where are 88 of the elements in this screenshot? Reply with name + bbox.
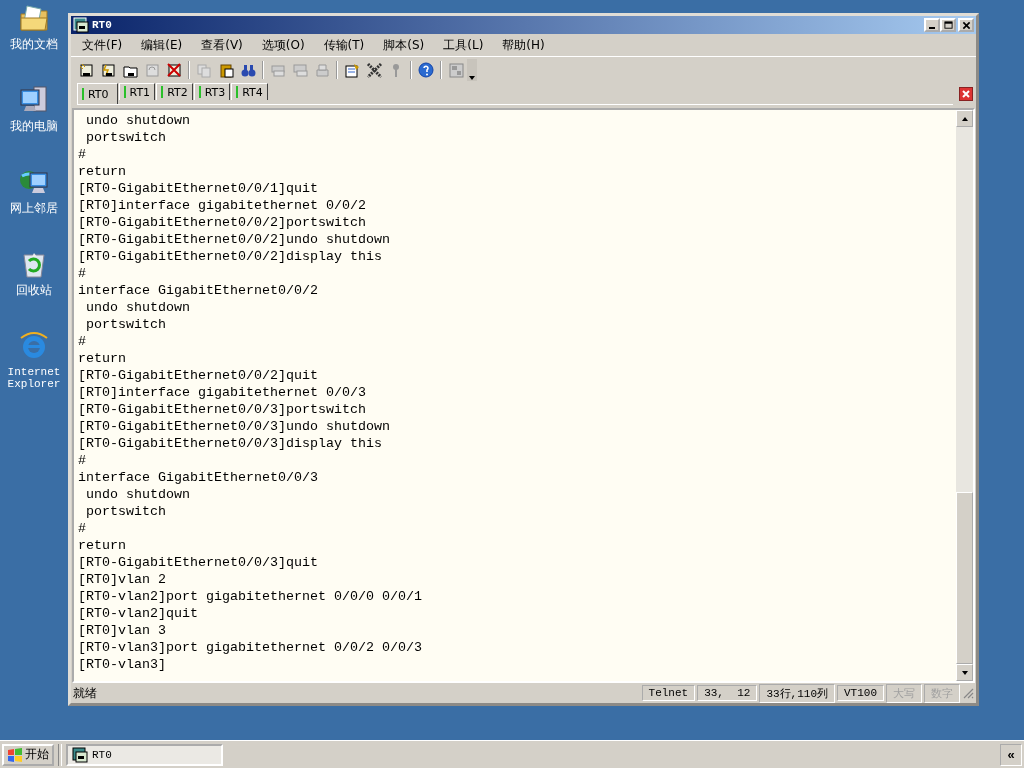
terminal-line: # (78, 265, 87, 282)
terminal-line: [RT0-GigabitEthernet0/0/2]undo shutdown (78, 231, 391, 248)
show-hidden-icons-button[interactable]: « (1000, 743, 1022, 766)
desktop-icon-label[interactable]: 回收站 (16, 284, 52, 296)
terminal-line: return (78, 163, 127, 180)
menu-item[interactable]: 工具(L) (436, 36, 491, 54)
terminal-line: [RT0-GigabitEthernet0/0/3]undo shutdown (78, 418, 391, 435)
session-tab[interactable]: RT4 (231, 83, 268, 100)
scroll-up-button[interactable] (956, 110, 973, 127)
terminal-line: portswitch (85, 316, 167, 333)
status-field: Telnet (641, 685, 696, 701)
status-field: VT100 (837, 685, 884, 701)
menu-item[interactable]: 文件(F) (75, 36, 130, 54)
session-tab[interactable]: RT1 (118, 83, 156, 100)
windows-flag-icon (7, 746, 23, 763)
menu-item[interactable]: 查看(V) (194, 36, 250, 54)
window-layout-icon (448, 62, 464, 78)
terminal-line: interface GigabitEthernet0/0/3 (78, 469, 319, 486)
terminal-line: return (78, 537, 127, 554)
desktop-icon-label[interactable]: Internet Explorer (3, 366, 65, 390)
terminal-line: undo shutdown (85, 299, 191, 316)
menu-item[interactable]: 帮助(H) (495, 36, 552, 54)
status-field: 33, 12 (697, 685, 758, 701)
terminal-line: # (78, 146, 87, 163)
down-arrow-icon (960, 668, 969, 677)
terminal-line: [RT0]interface gigabitethernet 0/0/2 (78, 197, 367, 214)
close-button[interactable] (958, 18, 974, 32)
close-icon (961, 20, 971, 30)
terminal-line: [RT0-vlan3]port gigabitethernet 0/0/2 0/0/3 (78, 639, 423, 656)
close-tab-icon[interactable] (959, 87, 973, 101)
terminal-line: [RT0-vlan3] (78, 656, 167, 673)
caret-icon (468, 73, 476, 81)
folder-icon[interactable] (18, 2, 50, 34)
minimize-icon (929, 27, 935, 29)
resize-grip-icon[interactable] (962, 687, 974, 699)
maximize-icon (943, 20, 953, 30)
vertical-scrollbar[interactable] (956, 110, 973, 681)
terminal-line: interface GigabitEthernet0/0/2 (78, 282, 319, 299)
terminal-line: undo shutdown (85, 112, 191, 129)
lightning-document-icon (100, 62, 116, 78)
help-icon (418, 62, 434, 78)
terminal-line: [RT0-GigabitEthernet0/0/2]portswitch (78, 214, 367, 231)
binoculars-icon (240, 62, 256, 78)
start-button[interactable]: 开始 (2, 743, 54, 766)
desktop-icon-label[interactable]: 我的电脑 (10, 120, 58, 132)
terminal-line: # (78, 520, 87, 537)
clipboard-icon (218, 62, 234, 78)
terminal-line: # (78, 452, 87, 469)
copy-icon (196, 62, 212, 78)
menu-item[interactable]: 选项(O) (254, 36, 312, 54)
session-tab[interactable]: RT0 (77, 83, 118, 104)
terminal-line: portswitch (85, 503, 167, 520)
scroll-down-button[interactable] (956, 664, 973, 681)
menu-item[interactable]: 编辑(E) (134, 36, 190, 54)
terminal-line: undo shutdown (85, 486, 191, 503)
desktop-icon-label[interactable]: 网上邻居 (10, 202, 58, 214)
minimize-button[interactable] (924, 18, 940, 32)
window-icon (72, 746, 88, 763)
maximize-button[interactable] (940, 18, 956, 32)
terminal-line: [RT0]interface gigabitethernet 0/0/3 (78, 384, 367, 401)
terminal-line: [RT0-vlan2]port gigabitethernet 0/0/0 0/0/1 (78, 588, 423, 605)
terminal-line: [RT0-GigabitEthernet0/0/3]display this (78, 435, 383, 452)
terminal-line: [RT0-GigabitEthernet0/0/3]quit (78, 554, 319, 571)
terminal-line: portswitch (85, 129, 167, 146)
status-field: 33行,110列 (759, 683, 835, 703)
terminal-line: [RT0]vlan 2 (78, 571, 167, 588)
menu-item[interactable]: 脚本(S) (376, 36, 432, 54)
terminal-line: [RT0-GigabitEthernet0/0/2]quit (78, 367, 319, 384)
terminal-line: [RT0-GigabitEthernet0/0/3]portswitch (78, 401, 367, 418)
disconnect-icon (166, 62, 182, 78)
terminal-line: [RT0-vlan2]quit (78, 605, 199, 622)
window-icon (73, 17, 89, 33)
desktop-icon-label[interactable]: 我的文档 (10, 38, 58, 50)
session-tab[interactable]: RT3 (193, 83, 231, 100)
taskbar-button[interactable]: RT0 (66, 743, 223, 766)
toolbar-overflow-button[interactable] (467, 59, 477, 81)
properties-icon (344, 62, 360, 78)
terminal-line: [RT0-GigabitEthernet0/0/1]quit (78, 180, 319, 197)
menu-item[interactable]: 传输(T) (316, 36, 372, 54)
session-tab[interactable]: RT2 (156, 83, 193, 100)
scroll-thumb[interactable] (956, 492, 973, 664)
status-message: 就绪 (73, 684, 98, 702)
new-session-icon (78, 62, 94, 78)
terminal-line: [RT0-GigabitEthernet0/0/2]display this (78, 248, 383, 265)
terminal-line: return (78, 350, 127, 367)
terminal-line: # (78, 333, 87, 350)
terminal-line: [RT0]vlan 3 (78, 622, 167, 639)
window-title: RT0 (92, 19, 113, 31)
